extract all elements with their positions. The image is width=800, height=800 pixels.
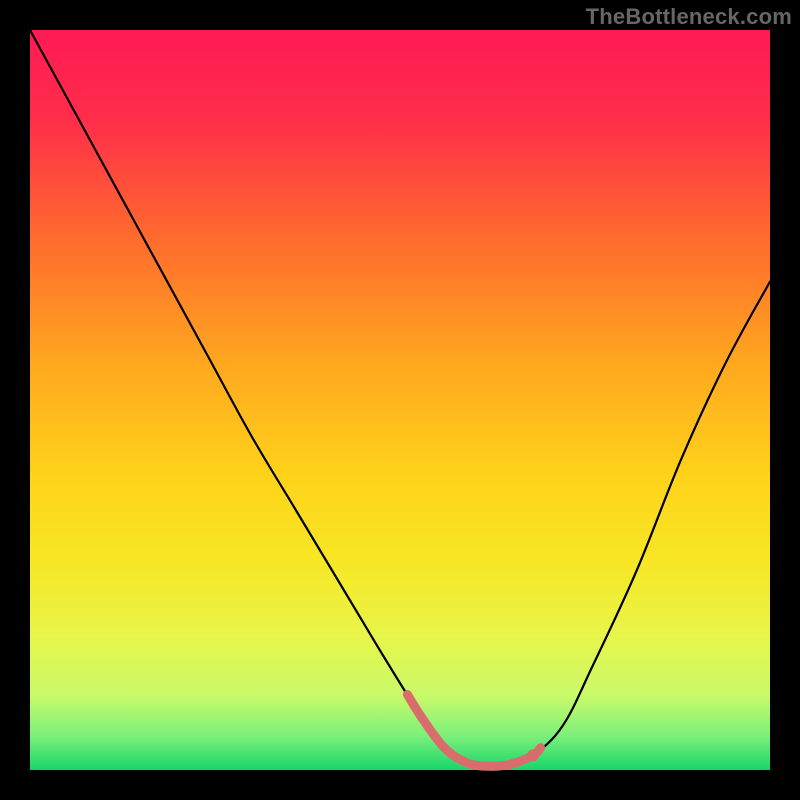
bottleneck-chart-svg xyxy=(0,0,800,800)
watermark-text: TheBottleneck.com xyxy=(586,4,792,30)
plot-background xyxy=(30,30,770,770)
bottleneck-joint-dot xyxy=(527,749,539,761)
chart-frame: TheBottleneck.com xyxy=(0,0,800,800)
